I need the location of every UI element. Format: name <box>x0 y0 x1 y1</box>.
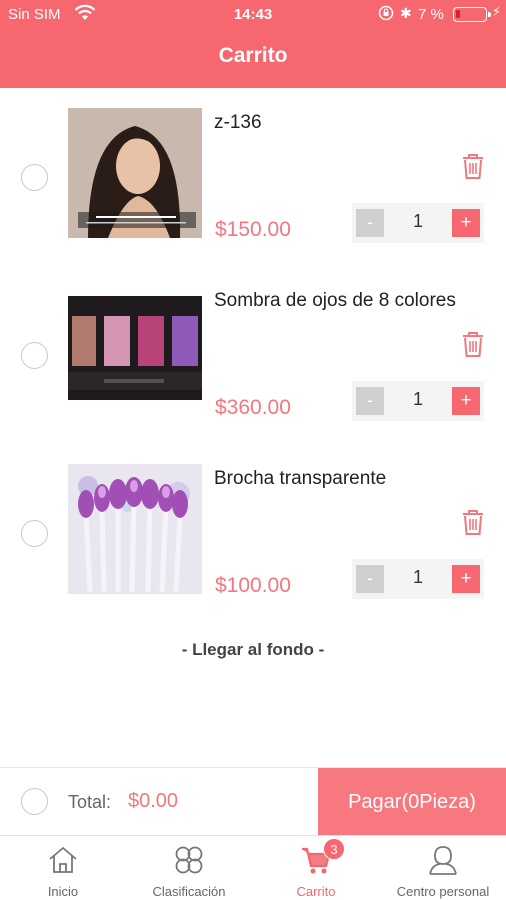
increase-button[interactable]: + <box>452 565 480 593</box>
battery-percent: 7 % <box>418 6 444 23</box>
bluetooth-icon: ✱ <box>400 5 412 21</box>
page-title: Carrito <box>218 44 288 67</box>
product-name[interactable]: Sombra de ojos de 8 colores <box>214 290 456 312</box>
product-image[interactable] <box>68 464 202 594</box>
cart-item: Sombra de ojos de 8 colores $360.00 - 1 … <box>0 266 506 444</box>
select-all-radio[interactable] <box>21 788 48 815</box>
rotation-lock-icon <box>378 5 394 21</box>
home-icon <box>49 846 77 873</box>
quantity-value[interactable]: 1 <box>388 389 448 410</box>
decrease-button[interactable]: - <box>356 387 384 415</box>
quantity-stepper: - 1 + <box>352 559 484 599</box>
battery-icon <box>453 7 491 22</box>
product-image[interactable] <box>68 286 202 416</box>
tab-label: Centro personal <box>396 884 490 899</box>
quantity-value[interactable]: 1 <box>388 567 448 588</box>
charging-icon: ⚡ <box>492 4 502 19</box>
checkout-bar: Total: $0.00 Pagar(0Pieza) <box>0 767 506 836</box>
total-value: $0.00 <box>128 790 179 812</box>
trash-icon[interactable] <box>460 508 486 536</box>
quantity-stepper: - 1 + <box>352 381 484 421</box>
pay-button[interactable]: Pagar(0Pieza) <box>318 768 506 836</box>
item-select-radio[interactable] <box>21 520 48 547</box>
product-name[interactable]: z-136 <box>214 112 262 134</box>
status-bar: Sin SIM 14:43 ✱ 7 % ⚡ <box>0 0 506 30</box>
total-label: Total: <box>68 792 112 812</box>
tab-label: Carrito <box>296 884 336 899</box>
cart-item: z-136 $150.00 - 1 + <box>0 88 506 266</box>
tab-carrito[interactable]: 3 Carrito <box>253 836 379 900</box>
increase-button[interactable]: + <box>452 209 480 237</box>
quantity-value[interactable]: 1 <box>388 211 448 232</box>
trash-icon[interactable] <box>460 152 486 180</box>
tab-clasificacion[interactable]: Clasificación <box>126 836 252 900</box>
decrease-button[interactable]: - <box>356 565 384 593</box>
cart-item: Brocha transparente $100.00 - 1 + <box>0 444 506 622</box>
item-select-radio[interactable] <box>21 342 48 369</box>
cart-count-badge: 3 <box>323 838 345 860</box>
increase-button[interactable]: + <box>452 387 480 415</box>
tab-label: Clasificación <box>152 884 226 899</box>
product-price: $150.00 <box>215 218 291 241</box>
decrease-button[interactable]: - <box>356 209 384 237</box>
tab-label: Inicio <box>47 884 79 899</box>
item-select-radio[interactable] <box>21 164 48 191</box>
product-price: $100.00 <box>215 574 291 597</box>
end-of-list-label: - Llegar al fondo - <box>181 640 325 659</box>
category-icon <box>175 846 203 874</box>
product-price: $360.00 <box>215 396 291 419</box>
tab-inicio[interactable]: Inicio <box>0 836 126 900</box>
quantity-stepper: - 1 + <box>352 203 484 243</box>
product-name[interactable]: Brocha transparente <box>214 468 386 490</box>
tab-centro-personal[interactable]: Centro personal <box>380 836 506 900</box>
tab-bar: Inicio Clasificación 3 Carrito Centro pe… <box>0 835 506 900</box>
top-bar: Sin SIM 14:43 ✱ 7 % ⚡ Carrito <box>0 0 506 88</box>
product-image[interactable] <box>68 108 202 238</box>
trash-icon[interactable] <box>460 330 486 358</box>
user-icon <box>429 846 457 875</box>
